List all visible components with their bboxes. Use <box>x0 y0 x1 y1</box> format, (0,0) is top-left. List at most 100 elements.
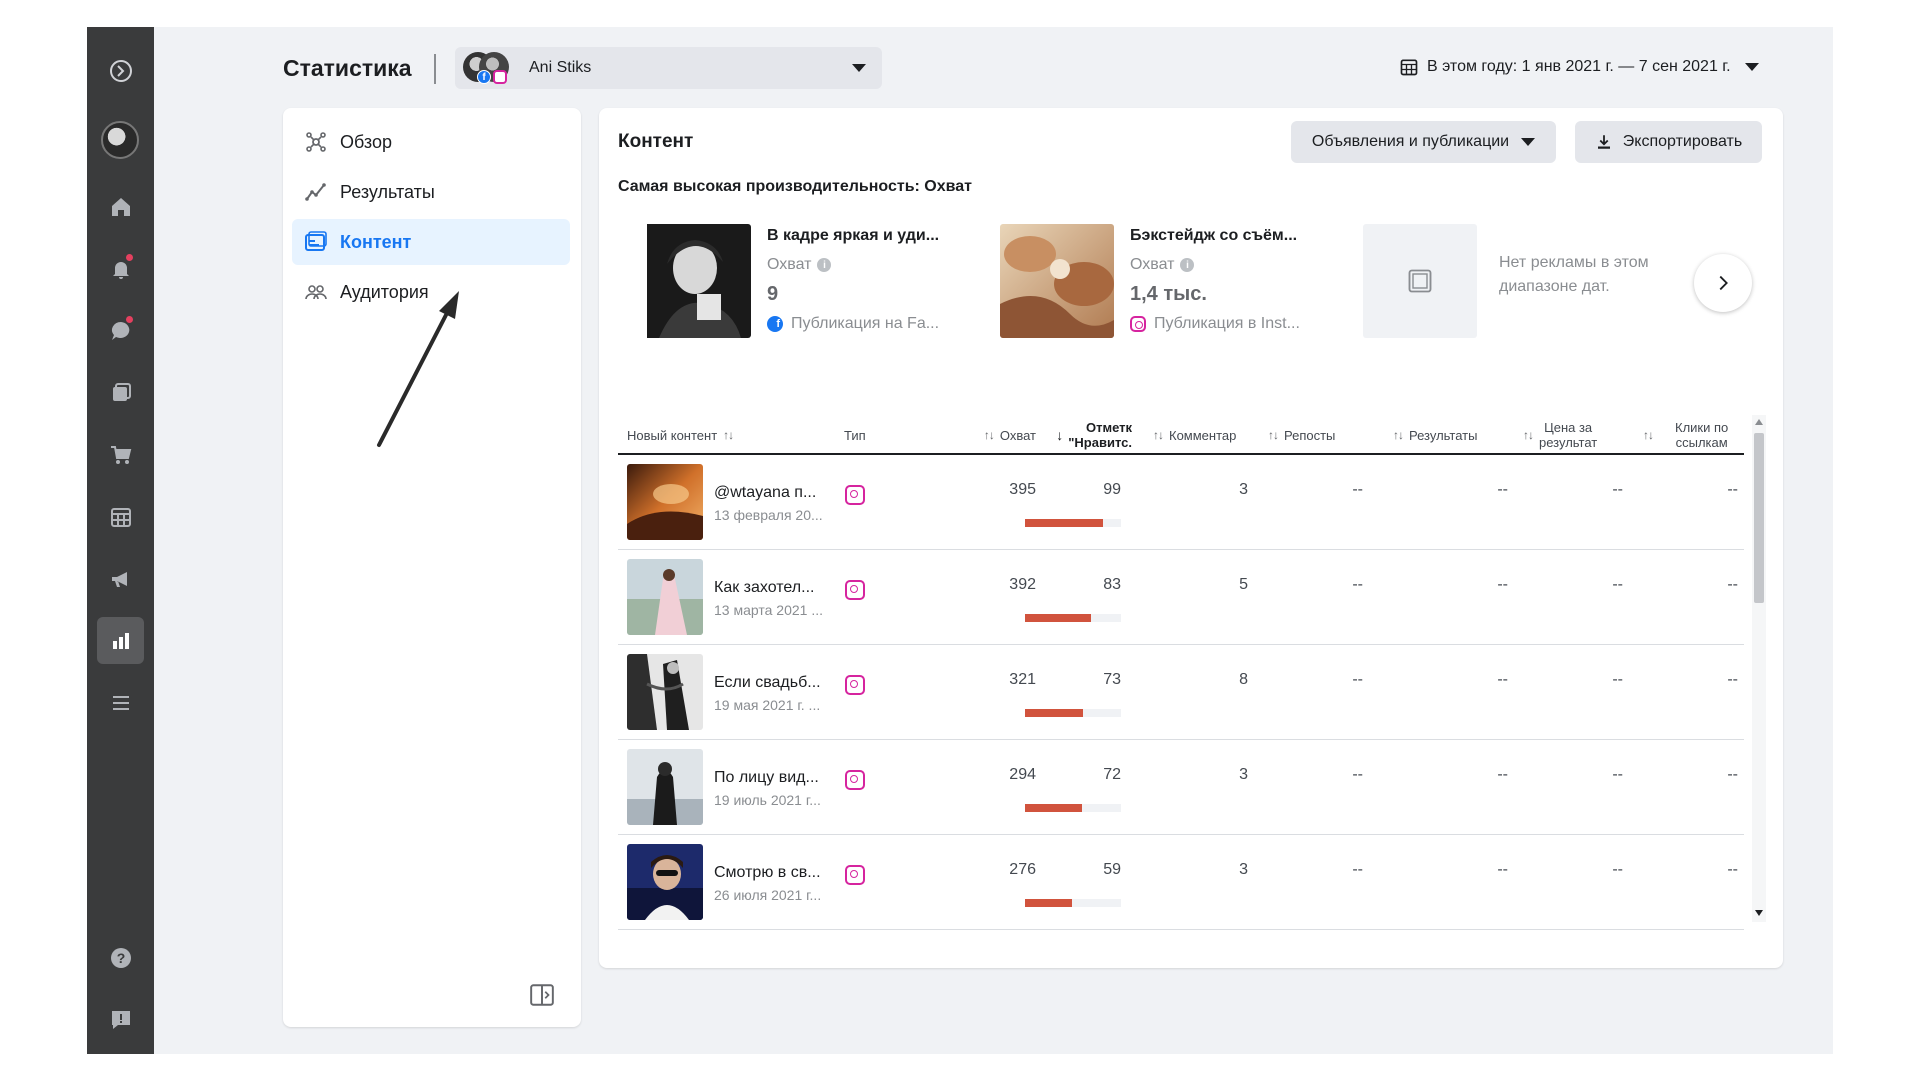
table-row[interactable]: Как захотел... 13 марта 2021 ... 392 83 … <box>618 550 1744 645</box>
help-icon[interactable]: ? <box>97 934 144 981</box>
post-title[interactable]: Как захотел... <box>714 579 814 597</box>
annotation-arrow <box>377 291 459 447</box>
comments-value: 3 <box>1239 861 1248 878</box>
post-thumbnail <box>637 224 751 338</box>
post-title: Бэкстейдж со съём... <box>1130 227 1298 244</box>
shop-icon[interactable] <box>97 431 144 478</box>
bell-icon[interactable] <box>97 245 144 292</box>
menu-icon[interactable] <box>97 679 144 726</box>
carousel-next-button[interactable] <box>1694 254 1752 312</box>
column-clicks[interactable]: ↑↓ Клики по ссылкам <box>1637 415 1728 455</box>
account-name: Ani Stiks <box>529 59 592 76</box>
post-title[interactable]: @wtayana п... <box>714 484 816 502</box>
column-results[interactable]: ↑↓ Результаты <box>1387 415 1477 455</box>
cost-value: -- <box>1612 766 1623 783</box>
likes-value: 99 <box>1103 481 1121 498</box>
cost-value: -- <box>1612 481 1623 498</box>
table-scrollbar[interactable] <box>1752 415 1766 922</box>
notification-dot <box>126 254 133 261</box>
date-range-label: В этом году: 1 янв 2021 г. — 7 сен 2021 … <box>1427 58 1731 75</box>
calendar-icon[interactable] <box>97 493 144 540</box>
sidebar-item-content[interactable]: Контент <box>292 219 570 265</box>
content-type-filter[interactable]: Объявления и публикации <box>1291 121 1556 163</box>
column-reposts[interactable]: ↑↓ Репосты <box>1262 415 1335 455</box>
facebook-icon: f <box>477 70 491 84</box>
instagram-icon <box>493 70 507 84</box>
sidebar-item-overview[interactable]: Обзор <box>292 119 570 165</box>
chat-icon[interactable] <box>97 307 144 354</box>
scrollbar-thumb[interactable] <box>1754 433 1764 603</box>
comments-value: 3 <box>1239 766 1248 783</box>
post-thumbnail[interactable] <box>627 559 703 635</box>
column-type[interactable]: Тип <box>844 415 866 455</box>
column-comments[interactable]: ↑↓ Комментар <box>1147 415 1236 455</box>
table-row[interactable]: Смотрю в св... 26 июля 2021 г... 276 59 … <box>618 835 1744 930</box>
likes-value: 83 <box>1103 576 1121 593</box>
column-label: Тип <box>844 427 866 443</box>
column-cost[interactable]: ↑↓ Цена за результат <box>1517 415 1597 455</box>
top-post-card[interactable]: В кадре яркая и уди... Охват i 9 f Публи… <box>637 224 977 339</box>
sort-icon: ↑↓ <box>1153 427 1164 442</box>
clicks-value: -- <box>1727 481 1738 498</box>
column-label: "Нравитс. <box>1068 435 1132 450</box>
post-date: 26 июля 2021 г... <box>714 887 822 903</box>
post-thumbnail[interactable] <box>627 654 703 730</box>
metric-value: 9 <box>767 283 779 305</box>
download-icon <box>1597 135 1610 149</box>
table-row[interactable]: Если свадьб... 19 мая 2021 г. ... 321 73… <box>618 645 1744 740</box>
sidebar-item-results[interactable]: Результаты <box>292 169 570 215</box>
sidebar-item-label: Обзор <box>340 131 392 152</box>
likes-bar-fill <box>1025 804 1082 812</box>
likes-bar <box>1025 614 1121 622</box>
scroll-down-icon[interactable] <box>1755 910 1763 916</box>
insights-icon[interactable] <box>97 617 144 664</box>
pages-icon[interactable] <box>97 369 144 416</box>
post-title: В кадре яркая и уди... <box>767 227 940 244</box>
sidebar-item-label: Контент <box>340 231 412 252</box>
column-reach[interactable]: ↑↓ Охват <box>933 415 1036 455</box>
megaphone-icon[interactable] <box>97 555 144 602</box>
post-title[interactable]: По лицу вид... <box>714 769 819 787</box>
post-thumbnail[interactable] <box>627 844 703 920</box>
sort-icon: ↑↓ <box>723 427 734 442</box>
date-range-picker[interactable]: В этом году: 1 янв 2021 г. — 7 сен 2021 … <box>1399 55 1759 79</box>
notification-dot <box>126 316 133 323</box>
post-date: 13 февраля 20... <box>714 507 823 523</box>
post-title[interactable]: Смотрю в св... <box>714 864 821 882</box>
cost-value: -- <box>1612 576 1623 593</box>
top-post-card[interactable]: Бэкстейдж со съём... Охват i 1,4 тыс. Пу… <box>1000 224 1340 339</box>
profile-avatar[interactable] <box>101 121 139 159</box>
likes-bar <box>1025 804 1121 812</box>
post-thumbnail[interactable] <box>627 749 703 825</box>
info-icon[interactable]: i <box>817 258 832 272</box>
likes-value: 59 <box>1103 861 1121 878</box>
scroll-up-icon[interactable] <box>1755 419 1763 425</box>
post-title[interactable]: Если свадьб... <box>714 674 821 692</box>
feedback-icon[interactable] <box>97 996 144 1043</box>
content-icon <box>305 231 327 251</box>
column-likes[interactable]: ↓ Отметк "Нравитс. <box>1026 415 1132 455</box>
facebook-icon: f <box>767 316 783 332</box>
results-value: -- <box>1497 576 1508 593</box>
column-new-content[interactable]: Новый контент ↑↓ <box>627 415 739 455</box>
info-icon[interactable]: i <box>1180 258 1195 272</box>
collapse-sidebar-icon[interactable] <box>529 982 555 1008</box>
cost-value: -- <box>1612 671 1623 688</box>
likes-bar-fill <box>1025 709 1083 717</box>
account-selector[interactable]: f Ani Stiks <box>455 47 882 89</box>
post-thumbnail <box>1000 224 1114 338</box>
table-header: Новый контент ↑↓ Тип ↑↓ Охват ↓ Отметк "Нр… <box>618 415 1744 455</box>
export-button[interactable]: Экспортировать <box>1575 121 1762 163</box>
sort-icon: ↑↓ <box>1643 427 1654 442</box>
meta-logo-icon[interactable] <box>97 47 144 94</box>
svg-text:?: ? <box>116 950 125 966</box>
likes-bar-fill <box>1025 899 1073 907</box>
table-row[interactable]: По лицу вид... 19 июль 2021 г... 294 72 … <box>618 740 1744 835</box>
post-thumbnail[interactable] <box>627 464 703 540</box>
table-row[interactable]: @wtayana п... 13 февраля 20... 395 99 3 … <box>618 455 1744 550</box>
left-rail: ? <box>87 27 154 1054</box>
home-icon[interactable] <box>97 183 144 230</box>
export-label: Экспортировать <box>1622 133 1743 150</box>
app-frame: ? Статистика f Ani Stiks В этом году: 1 … <box>87 27 1833 1054</box>
post-date: 13 марта 2021 ... <box>714 602 823 618</box>
